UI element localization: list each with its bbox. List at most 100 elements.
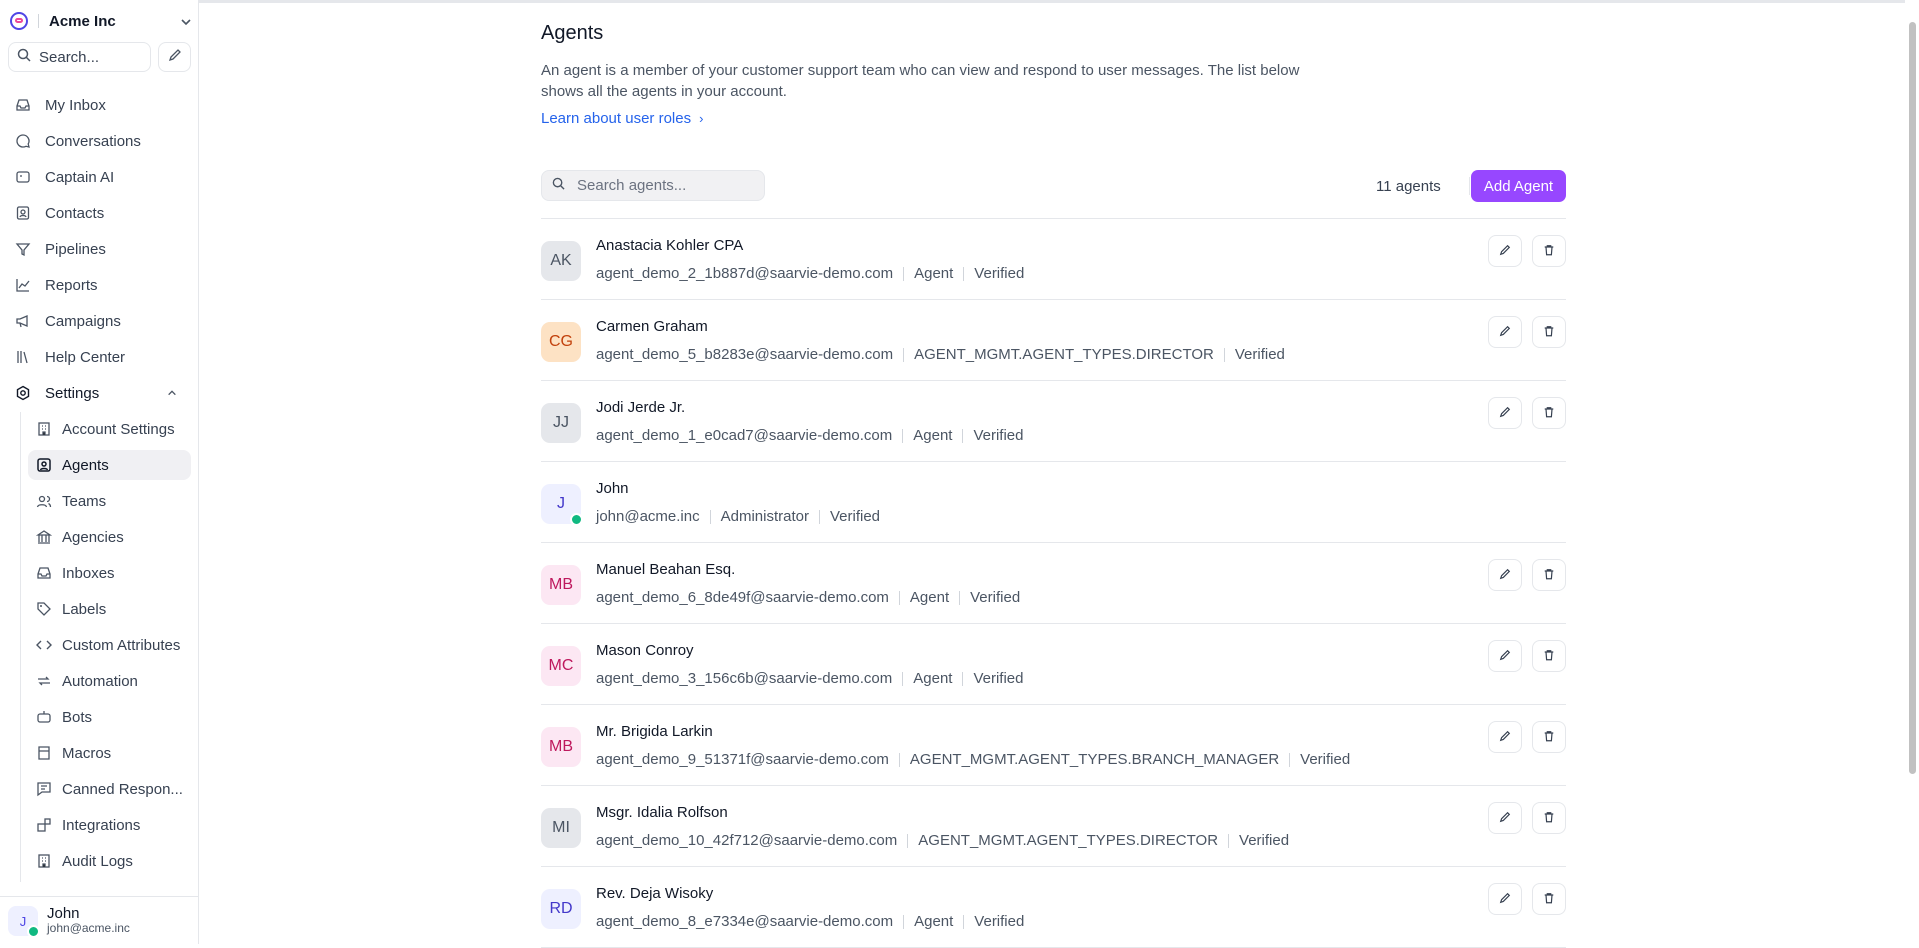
edit-agent-button[interactable] <box>1488 883 1522 915</box>
macro-icon <box>36 745 52 761</box>
agent-name: Mason Conroy <box>596 642 694 659</box>
avatar: AK <box>541 241 581 281</box>
sidebar-item-label: My Inbox <box>45 96 106 114</box>
settings-item-audit-logs[interactable]: Audit Logs <box>28 846 191 876</box>
delete-agent-button[interactable] <box>1532 559 1566 591</box>
avatar: MB <box>541 727 581 767</box>
agent-email: agent_demo_5_b8283e@saarvie-demo.com <box>596 346 894 363</box>
agent-row: JJ Jodi Jerde Jr. agent_demo_1_e0cad7@saar… <box>541 381 1566 462</box>
pencil-icon <box>1499 324 1511 341</box>
settings-item-macros[interactable]: Macros <box>28 738 191 768</box>
delete-agent-button[interactable] <box>1532 316 1566 348</box>
inbox-icon <box>15 97 31 113</box>
delete-agent-button[interactable] <box>1532 397 1566 429</box>
agent-role: Administrator <box>720 508 809 525</box>
edit-agent-button[interactable] <box>1488 316 1522 348</box>
sidebar-item-reports[interactable]: Reports <box>8 270 191 300</box>
agent-email: agent_demo_2_1b887d@saarvie-demo.com <box>596 265 894 282</box>
edit-agent-button[interactable] <box>1488 559 1522 591</box>
sidebar-item-captain-ai[interactable]: Captain AI <box>8 162 191 192</box>
sidebar: Acme Inc Search... My Inbox Conversations… <box>0 0 199 945</box>
delete-agent-button[interactable] <box>1532 802 1566 834</box>
avatar: J <box>8 906 40 938</box>
settings-item-label: Agencies <box>62 528 124 546</box>
agent-search-input[interactable] <box>575 176 749 195</box>
edit-agent-button[interactable] <box>1488 235 1522 267</box>
pencil-icon <box>1499 729 1511 746</box>
settings-item-agencies[interactable]: Agencies <box>28 522 191 552</box>
current-user[interactable]: J John john@acme.inc <box>0 896 198 945</box>
learn-about-roles-link[interactable]: Learn about user roles › <box>541 110 703 127</box>
sidebar-item-pipelines[interactable]: Pipelines <box>8 234 191 264</box>
agent-role: Agent <box>913 670 953 687</box>
sidebar-search[interactable]: Search... <box>8 42 151 72</box>
agent-status: Verified <box>973 670 1024 687</box>
agent-role: Agent <box>914 913 954 930</box>
settings-item-label: Bots <box>62 708 93 726</box>
trash-icon <box>1543 648 1555 665</box>
account-switcher[interactable]: Acme Inc <box>10 10 191 32</box>
avatar: RD <box>541 889 581 929</box>
divider <box>902 428 904 443</box>
trash-icon <box>1543 405 1555 422</box>
compose-button[interactable] <box>158 42 191 72</box>
divider <box>818 509 820 524</box>
delete-agent-button[interactable] <box>1532 721 1566 753</box>
agent-name: Manuel Beahan Esq. <box>596 561 736 578</box>
divider <box>963 266 965 281</box>
sidebar-item-label: Conversations <box>45 132 141 150</box>
settings-item-integrations[interactable]: Integrations <box>28 810 191 840</box>
sidebar-item-label: Help Center <box>45 348 126 366</box>
agent-row: MB Mr. Brigida Larkin agent_demo_9_51371f@… <box>541 705 1566 786</box>
delete-agent-button[interactable] <box>1532 235 1566 267</box>
sidebar-item-my-inbox[interactable]: My Inbox <box>8 90 191 120</box>
agent-meta: agent_demo_3_156c6b@saarvie-demo.com Agen… <box>596 670 1024 687</box>
delete-agent-button[interactable] <box>1532 640 1566 672</box>
settings-item-label: Account Settings <box>62 420 175 438</box>
settings-item-labels[interactable]: Labels <box>28 594 191 624</box>
edit-agent-button[interactable] <box>1488 802 1522 834</box>
sidebar-item-help-center[interactable]: Help Center <box>8 342 191 372</box>
sidebar-item-contacts[interactable]: Contacts <box>8 198 191 228</box>
chevron-up-icon <box>167 385 177 402</box>
sidebar-item-conversations[interactable]: Conversations <box>8 126 191 156</box>
code-icon <box>36 637 52 653</box>
page-title: Agents <box>541 22 604 44</box>
building-icon <box>36 853 52 869</box>
agent-email: agent_demo_9_51371f@saarvie-demo.com <box>596 751 889 768</box>
settings-item-canned-respon[interactable]: Canned Respon... <box>28 774 191 804</box>
sidebar-item-settings[interactable]: Settings <box>8 378 191 408</box>
agent-role: Agent <box>909 589 950 606</box>
agent-row: AK Anastacia Kohler CPA agent_demo_2_1b887… <box>541 219 1566 300</box>
settings-item-teams[interactable]: Teams <box>28 486 191 516</box>
sidebar-item-campaigns[interactable]: Campaigns <box>8 306 191 336</box>
agent-list: AK Anastacia Kohler CPA agent_demo_2_1b887… <box>541 218 1566 948</box>
avatar-initials: MB <box>549 576 573 593</box>
sidebar-item-label: Reports <box>45 276 98 294</box>
avatar: MI <box>541 808 581 848</box>
trash-icon <box>1543 567 1555 584</box>
edit-agent-button[interactable] <box>1488 640 1522 672</box>
delete-agent-button[interactable] <box>1532 883 1566 915</box>
divider <box>898 752 900 767</box>
add-agent-button[interactable]: Add Agent <box>1471 170 1566 202</box>
pencil-icon <box>1499 891 1511 908</box>
agent-row: RD Rev. Deja Wisoky agent_demo_8_e7334e@sa… <box>541 867 1566 948</box>
scrollbar-thumb[interactable] <box>1909 22 1916 774</box>
agent-name: Jodi Jerde Jr. <box>596 399 686 416</box>
agent-email: agent_demo_8_e7334e@saarvie-demo.com <box>596 913 894 930</box>
settings-item-custom-attributes[interactable]: Custom Attributes <box>28 630 191 660</box>
megaphone-icon <box>15 313 31 329</box>
divider <box>903 914 905 929</box>
agent-email: agent_demo_10_42f712@saarvie-demo.com <box>596 832 898 849</box>
agent-search[interactable] <box>541 170 765 201</box>
settings-item-automation[interactable]: Automation <box>28 666 191 696</box>
brand-logo-icon <box>10 12 28 30</box>
edit-agent-button[interactable] <box>1488 721 1522 753</box>
chat-bubble-icon <box>15 133 31 149</box>
settings-item-inboxes[interactable]: Inboxes <box>28 558 191 588</box>
settings-item-bots[interactable]: Bots <box>28 702 191 732</box>
edit-agent-button[interactable] <box>1488 397 1522 429</box>
settings-item-account-settings[interactable]: Account Settings <box>28 414 191 444</box>
settings-item-agents[interactable]: Agents <box>28 450 191 480</box>
